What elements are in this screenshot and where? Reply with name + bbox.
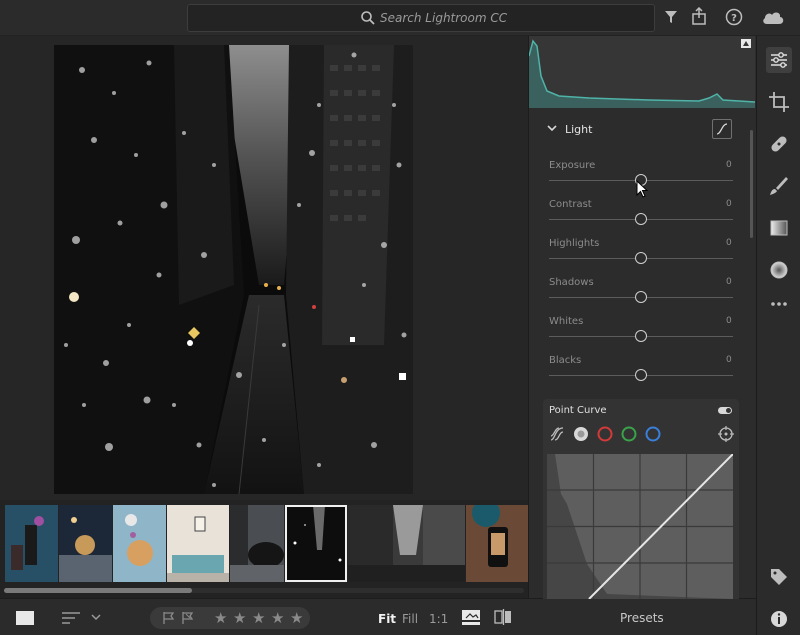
star-4-icon[interactable]: ★ xyxy=(271,609,284,627)
search-icon xyxy=(361,11,375,25)
photo-preview[interactable] xyxy=(54,45,413,494)
bottom-toolbar: ★ ★ ★ ★ ★ Fit Fill 1:1 Presets xyxy=(0,598,800,635)
radial-gradient-icon xyxy=(770,261,788,279)
light-section-title[interactable]: Light xyxy=(565,123,592,136)
compare-icon[interactable] xyxy=(494,609,512,625)
flag-reject-icon[interactable] xyxy=(181,611,195,625)
mouse-cursor-icon xyxy=(636,180,649,198)
edit-panel: Light Exposure 0 Contrast 0 Highlights 0 Shado… xyxy=(528,36,756,599)
histogram-graph xyxy=(528,39,756,108)
filmstrip-thumbnail[interactable] xyxy=(167,505,229,582)
flag-pick-icon[interactable] xyxy=(162,611,176,625)
radial-gradient-tool-button[interactable] xyxy=(766,257,792,283)
parametric-curve-icon[interactable] xyxy=(549,426,565,442)
filmstrip-scrollbar[interactable] xyxy=(4,588,524,593)
filmstrip-thumbnail[interactable] xyxy=(5,505,58,582)
blue-channel-icon[interactable] xyxy=(645,426,661,442)
filmstrip-scroll-thumb[interactable] xyxy=(4,588,192,593)
filmstrip-thumbnail[interactable] xyxy=(348,505,465,582)
info-icon xyxy=(771,611,787,627)
zoom-fit-button[interactable]: Fit xyxy=(378,612,396,626)
linear-gradient-icon xyxy=(770,220,788,236)
more-icon xyxy=(771,302,787,306)
single-view-icon[interactable] xyxy=(16,611,34,625)
keywords-button[interactable] xyxy=(766,564,792,590)
whites-value[interactable]: 0 xyxy=(726,316,732,326)
chevron-down-icon[interactable] xyxy=(547,125,557,132)
zoom-1to1-button[interactable]: 1:1 xyxy=(429,612,448,626)
point-curve-graph[interactable] xyxy=(547,454,733,599)
blacks-value[interactable]: 0 xyxy=(726,355,732,365)
curve-icon xyxy=(716,123,728,135)
flag-rating-bar: ★ ★ ★ ★ ★ xyxy=(150,607,310,629)
filmstrip-thumbnail[interactable] xyxy=(113,505,166,582)
clipping-warning-icon[interactable] xyxy=(741,39,751,48)
crop-icon xyxy=(769,92,789,112)
point-curve-title: Point Curve xyxy=(549,405,607,416)
star-1-icon[interactable]: ★ xyxy=(214,609,227,627)
whites-slider-handle[interactable] xyxy=(635,330,647,342)
share-icon[interactable] xyxy=(691,7,707,25)
highlights-label: Highlights xyxy=(549,238,600,249)
presets-button[interactable]: Presets xyxy=(620,611,664,625)
filmstrip-toggle-icon[interactable] xyxy=(462,610,480,625)
exposure-label: Exposure xyxy=(549,160,596,171)
filmstrip-thumbnail[interactable] xyxy=(230,505,284,582)
blacks-label: Blacks xyxy=(549,355,582,366)
highlights-value[interactable]: 0 xyxy=(726,238,732,248)
whites-label: Whites xyxy=(549,316,584,327)
sliders-icon xyxy=(771,52,787,68)
brush-icon xyxy=(770,177,788,195)
highlights-slider-handle[interactable] xyxy=(635,252,647,264)
contrast-label: Contrast xyxy=(549,199,592,210)
star-5-icon[interactable]: ★ xyxy=(290,609,303,627)
tag-icon xyxy=(771,569,787,585)
red-channel-icon[interactable] xyxy=(597,426,613,442)
green-channel-icon[interactable] xyxy=(621,426,637,442)
point-curve-section: Point Curve xyxy=(543,399,739,599)
photo-canvas[interactable] xyxy=(0,36,528,500)
point-curve-toggle[interactable] xyxy=(718,407,732,414)
star-3-icon[interactable]: ★ xyxy=(252,609,265,627)
cloud-icon[interactable] xyxy=(761,9,785,25)
target-adjust-icon[interactable] xyxy=(718,426,734,442)
shadows-value[interactable]: 0 xyxy=(726,277,732,287)
city-street-photo xyxy=(54,45,413,494)
contrast-slider-handle[interactable] xyxy=(635,213,647,225)
search-box[interactable] xyxy=(187,4,655,32)
tone-curve-button[interactable] xyxy=(712,119,732,139)
curve-grid xyxy=(547,454,733,599)
healing-tool-button[interactable] xyxy=(766,131,792,157)
contrast-value[interactable]: 0 xyxy=(726,199,732,209)
svg-text:?: ? xyxy=(731,13,737,24)
filmstrip xyxy=(0,500,528,598)
more-tools-button[interactable] xyxy=(766,294,792,320)
filter-icon[interactable] xyxy=(664,9,678,25)
filmstrip-thumbnail[interactable] xyxy=(466,505,528,582)
chevron-down-icon[interactable] xyxy=(91,614,101,621)
panel-scrollbar[interactable] xyxy=(750,130,753,238)
blacks-slider-handle[interactable] xyxy=(635,369,647,381)
brush-tool-button[interactable] xyxy=(766,173,792,199)
zoom-fill-button[interactable]: Fill xyxy=(402,612,418,626)
bandage-icon xyxy=(771,136,787,152)
edit-tool-button[interactable] xyxy=(766,47,792,73)
sort-icon[interactable] xyxy=(62,612,80,624)
search-input[interactable] xyxy=(380,8,640,28)
top-bar: ? xyxy=(0,0,800,36)
filmstrip-thumbnail[interactable] xyxy=(59,505,112,582)
crop-tool-button[interactable] xyxy=(766,89,792,115)
tool-strip xyxy=(756,36,800,635)
help-icon[interactable]: ? xyxy=(725,8,743,26)
star-2-icon[interactable]: ★ xyxy=(233,609,246,627)
rgb-channel-icon[interactable] xyxy=(573,426,589,442)
histogram xyxy=(528,36,756,108)
exposure-value[interactable]: 0 xyxy=(726,160,732,170)
linear-gradient-tool-button[interactable] xyxy=(766,215,792,241)
filmstrip-thumbnail-selected[interactable] xyxy=(285,505,347,582)
info-button[interactable] xyxy=(766,606,792,632)
shadows-label: Shadows xyxy=(549,277,594,288)
shadows-slider-handle[interactable] xyxy=(635,291,647,303)
